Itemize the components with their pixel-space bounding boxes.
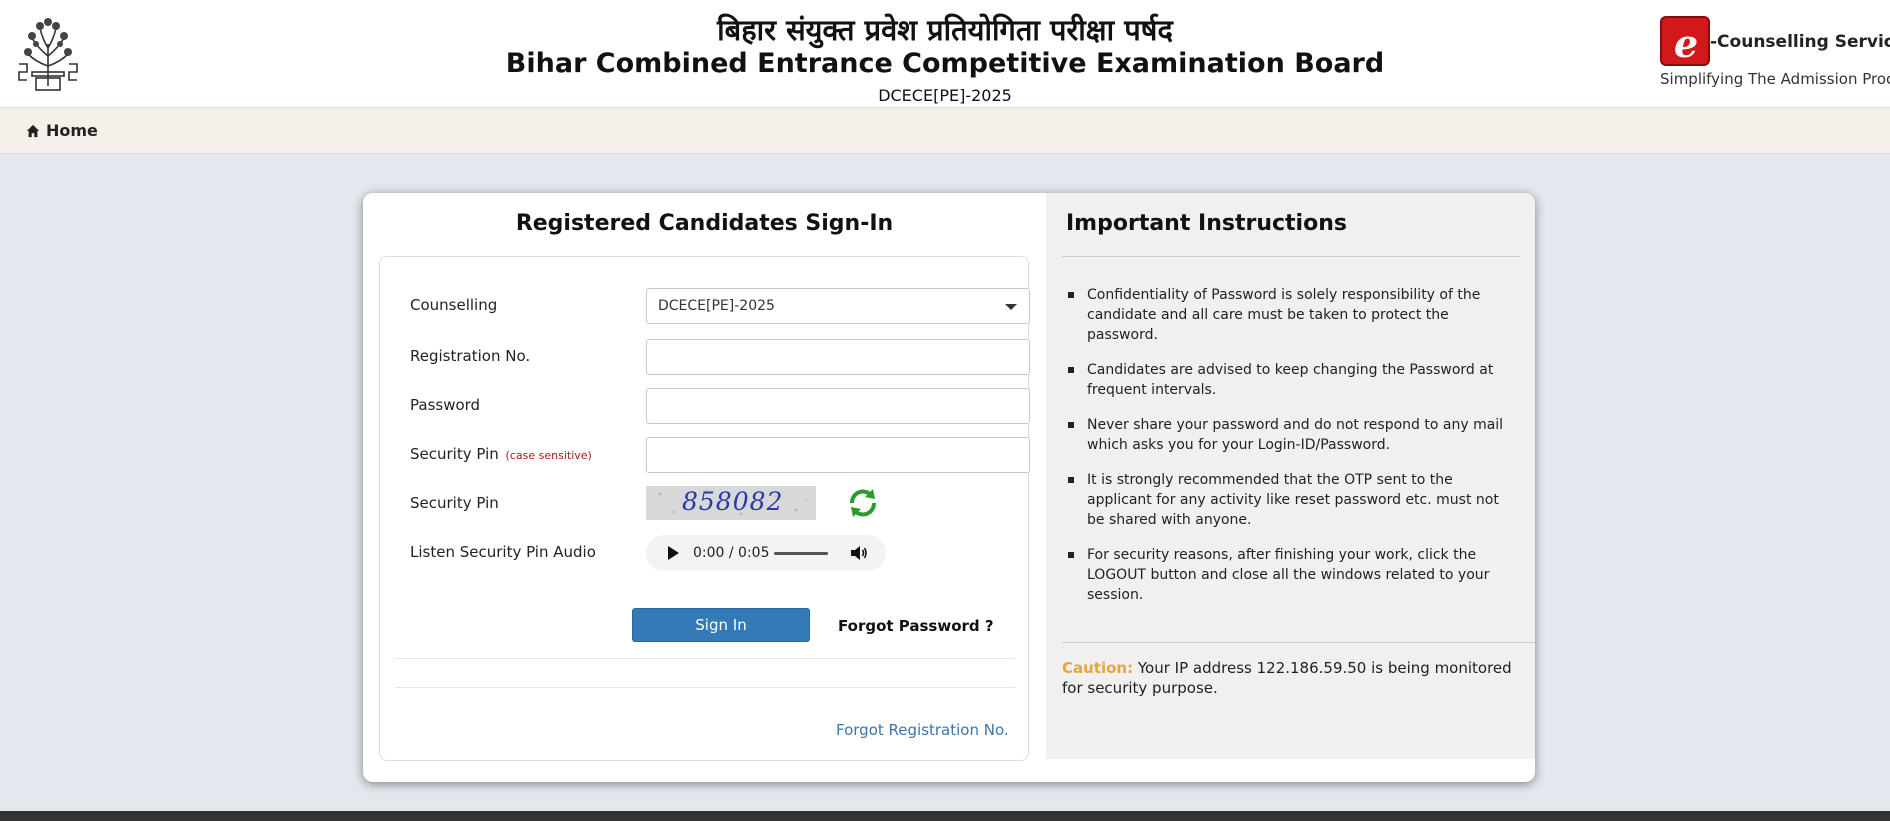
chevron-down-icon xyxy=(1005,304,1017,310)
audio-label: Listen Security Pin Audio xyxy=(410,543,596,561)
divider xyxy=(1062,256,1520,257)
registration-label: Registration No. xyxy=(410,347,531,365)
divider xyxy=(395,658,1015,659)
counselling-selected-value: DCECE[PE]-2025 xyxy=(658,298,775,314)
counselling-row: Counselling DCECE[PE]-2025 xyxy=(410,288,1030,324)
counselling-label: Counselling xyxy=(410,296,498,314)
exam-subtitle: DCECE[PE]-2025 xyxy=(878,86,1012,105)
instructions-title: Important Instructions xyxy=(1066,211,1347,236)
instruction-item: Confidentiality of Password is solely re… xyxy=(1066,285,1516,345)
nav-home-link[interactable]: Home xyxy=(26,121,98,140)
forgot-password-link[interactable]: Forgot Password ? xyxy=(838,617,994,635)
captcha-image: 858082 xyxy=(646,486,816,520)
instruction-item: Never share your password and do not res… xyxy=(1066,415,1516,455)
password-input[interactable] xyxy=(646,388,1030,424)
audio-seek-bar[interactable] xyxy=(774,552,828,555)
instructions-panel: Important Instructions Confidentiality o… xyxy=(1046,193,1535,759)
case-sensitive-note: (case sensitive) xyxy=(505,449,592,462)
instruction-item: For security reasons, after finishing yo… xyxy=(1066,545,1516,605)
counselling-select[interactable]: DCECE[PE]-2025 xyxy=(646,288,1030,324)
brand-title: -Counselling Services xyxy=(1710,32,1890,52)
divider xyxy=(1062,642,1535,643)
top-nav: Home xyxy=(0,108,1890,154)
security-pin-input[interactable] xyxy=(646,437,1030,473)
signin-button[interactable]: Sign In xyxy=(632,608,810,642)
play-icon[interactable] xyxy=(668,546,679,560)
volume-icon[interactable] xyxy=(850,545,868,561)
e-letter-logo-icon: e xyxy=(1660,16,1710,66)
forgot-registration-link[interactable]: Forgot Registration No. xyxy=(836,721,1009,739)
signin-form: Counselling DCECE[PE]-2025 Registration … xyxy=(379,256,1030,761)
nav-home-label: Home xyxy=(46,121,98,140)
footer-bar xyxy=(0,811,1890,821)
instructions-list: Confidentiality of Password is solely re… xyxy=(1066,285,1516,620)
e-counselling-brand: e -Counselling Services Simplifying The … xyxy=(1660,16,1890,90)
registration-input[interactable] xyxy=(646,339,1030,375)
instruction-item: It is strongly recommended that the OTP … xyxy=(1066,470,1516,530)
divider xyxy=(395,687,1015,688)
site-header: बिहार संयुक्त प्रवेश प्रतियोगिता परीक्षा… xyxy=(0,0,1890,108)
captcha-label: Security Pin xyxy=(410,494,499,512)
caution-notice: Caution: Your IP address 122.186.59.50 i… xyxy=(1062,658,1530,698)
password-label: Password xyxy=(410,396,481,414)
signin-card: Registered Candidates Sign-In Counsellin… xyxy=(363,193,1535,782)
instruction-item: Candidates are advised to keep changing … xyxy=(1066,360,1516,400)
security-pin-label-text: Security Pin xyxy=(410,445,499,463)
caution-label: Caution: xyxy=(1062,659,1134,677)
registration-row: Registration No. xyxy=(410,339,1030,375)
captcha-row: Security Pin 858082 xyxy=(410,486,1010,522)
signin-title: Registered Candidates Sign-In xyxy=(515,211,894,236)
security-pin-label: Security Pin (case sensitive) xyxy=(410,445,592,463)
home-icon xyxy=(26,124,40,137)
security-pin-row: Security Pin (case sensitive) xyxy=(410,437,1030,473)
audio-row: Listen Security Pin Audio 0:00 / 0:05 xyxy=(410,535,1010,571)
refresh-icon[interactable] xyxy=(846,486,880,520)
title-english: Bihar Combined Entrance Competitive Exam… xyxy=(505,48,1385,79)
captcha-text: 858082 xyxy=(682,487,784,516)
audio-player[interactable]: 0:00 / 0:05 xyxy=(646,535,886,571)
password-row: Password xyxy=(410,388,1030,424)
title-hindi: बिहार संयुक्त प्रवेश प्रतियोगिता परीक्षा… xyxy=(717,13,1173,47)
header-title-block: बिहार संयुक्त प्रवेश प्रतियोगिता परीक्षा… xyxy=(0,12,1890,105)
signin-panel: Registered Candidates Sign-In Counsellin… xyxy=(363,193,1046,782)
brand-tagline: Simplifying The Admission Process xyxy=(1660,70,1890,88)
audio-time: 0:00 / 0:05 xyxy=(693,545,770,561)
